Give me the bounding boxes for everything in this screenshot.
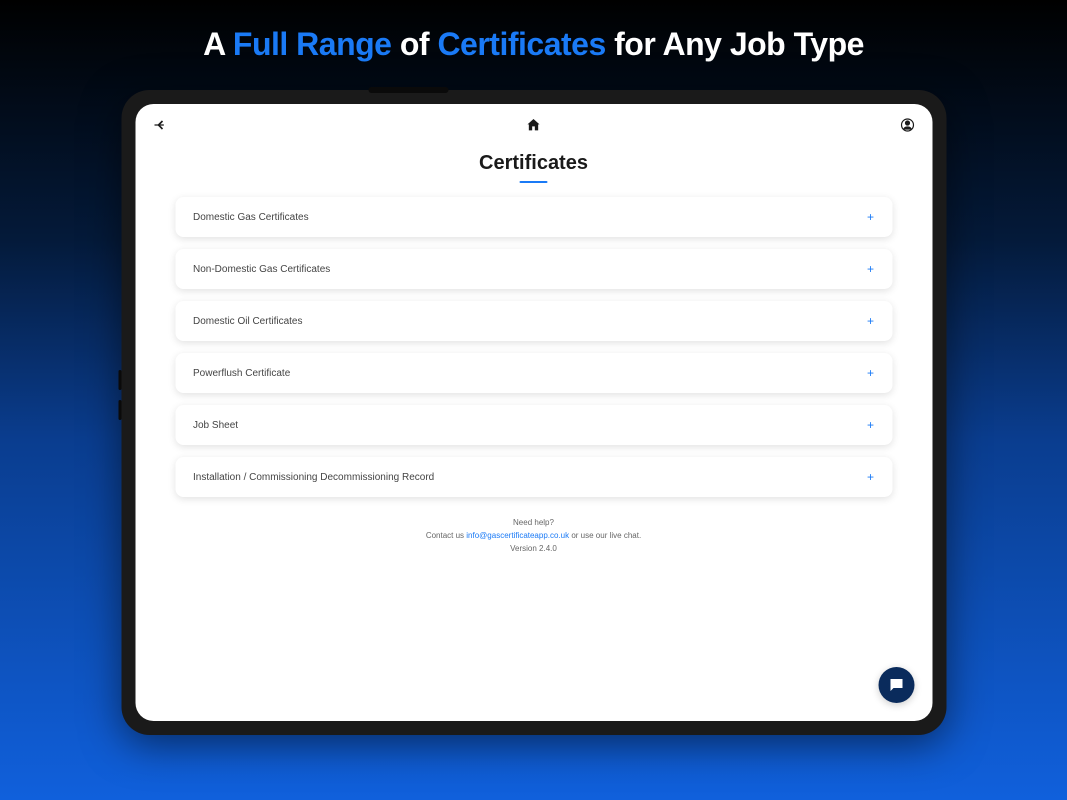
certificate-label: Installation / Commissioning Decommissio… — [193, 472, 434, 483]
contact-suffix: or use our live chat. — [569, 531, 641, 540]
certificate-item-powerflush[interactable]: Powerflush Certificate + — [175, 353, 892, 393]
headline-text-1: A — [203, 26, 233, 62]
expand-icon: + — [867, 210, 874, 224]
contact-line: Contact us info@gascertificateapp.co.uk … — [135, 530, 932, 543]
title-underline — [520, 181, 548, 183]
chat-button[interactable] — [878, 667, 914, 703]
certificate-item-non-domestic-gas[interactable]: Non-Domestic Gas Certificates + — [175, 249, 892, 289]
headline-highlight-2: Certificates — [437, 26, 605, 62]
certificate-list: Domestic Gas Certificates + Non-Domestic… — [135, 197, 932, 497]
home-icon[interactable] — [525, 116, 543, 134]
app-screen: Certificates Domestic Gas Certificates +… — [135, 104, 932, 721]
expand-icon: + — [867, 366, 874, 380]
expand-icon: + — [867, 418, 874, 432]
help-label: Need help? — [135, 517, 932, 530]
headline-highlight-1: Full Range — [233, 26, 392, 62]
certificate-label: Job Sheet — [193, 420, 238, 431]
contact-email-link[interactable]: info@gascertificateapp.co.uk — [466, 531, 569, 540]
tablet-side-button — [118, 370, 121, 390]
certificate-label: Domestic Oil Certificates — [193, 316, 302, 327]
tablet-device-frame: Certificates Domestic Gas Certificates +… — [121, 90, 946, 735]
certificate-label: Non-Domestic Gas Certificates — [193, 264, 330, 275]
expand-icon: + — [867, 314, 874, 328]
footer-help-text: Need help? Contact us info@gascertificat… — [135, 517, 932, 555]
page-title: Certificates — [135, 152, 932, 175]
user-profile-icon[interactable] — [898, 116, 916, 134]
certificate-label: Domestic Gas Certificates — [193, 212, 309, 223]
certificate-label: Powerflush Certificate — [193, 368, 290, 379]
version-label: Version 2.4.0 — [135, 543, 932, 556]
headline-text-3: for Any Job Type — [606, 26, 864, 62]
certificate-item-domestic-oil[interactable]: Domestic Oil Certificates + — [175, 301, 892, 341]
tablet-notch — [369, 87, 449, 93]
top-navigation-bar — [135, 104, 932, 146]
certificate-item-installation[interactable]: Installation / Commissioning Decommissio… — [175, 457, 892, 497]
promo-headline: A Full Range of Certificates for Any Job… — [0, 0, 1067, 63]
contact-prefix: Contact us — [426, 531, 466, 540]
tablet-side-button — [118, 400, 121, 420]
headline-text-2: of — [391, 26, 437, 62]
back-icon[interactable] — [151, 116, 169, 134]
certificate-item-job-sheet[interactable]: Job Sheet + — [175, 405, 892, 445]
certificate-item-domestic-gas[interactable]: Domestic Gas Certificates + — [175, 197, 892, 237]
expand-icon: + — [867, 470, 874, 484]
expand-icon: + — [867, 262, 874, 276]
